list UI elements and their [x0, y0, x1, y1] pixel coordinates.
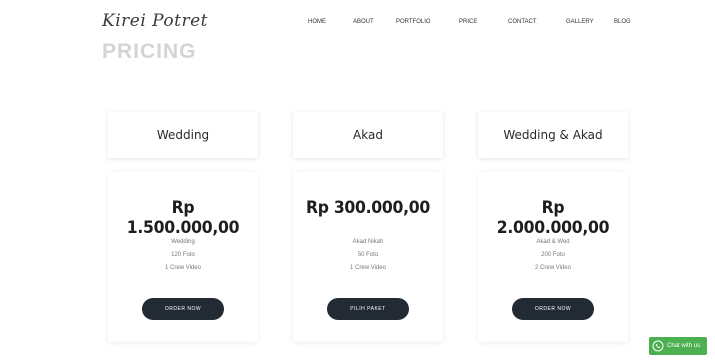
plan-feature: 1 Crew Video	[350, 265, 386, 271]
nav-blog[interactable]: BLOG	[614, 19, 631, 25]
whatsapp-chat-button[interactable]: Chat with us	[649, 337, 707, 355]
plan-header-akad: Akad	[293, 112, 443, 158]
order-button[interactable]: ORDER NOW	[142, 298, 224, 320]
plan-feature: Akad Nikah	[352, 239, 384, 245]
nav-price[interactable]: PRICE	[459, 19, 477, 25]
plan-name: Wedding & Akad	[503, 128, 603, 142]
plan-name: Akad	[353, 128, 383, 142]
plan-feature: 2 Crew Video	[535, 265, 571, 271]
site-logo[interactable]: Kirei Potret	[102, 11, 208, 31]
nav-about[interactable]: ABOUT	[353, 19, 374, 25]
plan-features: Akad & Wed 200 Foto 2 Crew Video	[478, 236, 628, 275]
plan-price: Rp 2.000.000,00	[496, 198, 610, 238]
plan-feature: 120 Foto	[171, 252, 195, 258]
order-button[interactable]: PILIH PAKET	[327, 298, 409, 320]
plan-header-wedding-akad: Wedding & Akad	[478, 112, 628, 158]
plan-price: Rp 300.000,00	[305, 198, 431, 218]
nav-contact[interactable]: CONTACT	[508, 19, 537, 25]
plan-feature: 200 Foto	[541, 252, 565, 258]
nav-portfolio[interactable]: PORTFOLIO	[396, 19, 431, 25]
whatsapp-label: Chat with us	[667, 343, 701, 349]
plan-name: Wedding	[156, 128, 210, 142]
section-title: PRICING	[102, 40, 197, 63]
plan-feature: 50 Foto	[357, 252, 379, 258]
nav-gallery[interactable]: GALLERY	[566, 19, 594, 25]
whatsapp-icon	[652, 340, 664, 352]
plan-feature: Akad & Wed	[536, 239, 570, 245]
plan-features: Wedding 120 Foto 1 Crew Video	[108, 236, 258, 275]
plan-card-akad: Rp 300.000,00 Akad Nikah 50 Foto 1 Crew …	[293, 172, 443, 342]
plan-feature: 1 Crew Video	[165, 265, 201, 271]
nav-home[interactable]: HOME	[308, 19, 326, 25]
plan-card-wedding-akad: Rp 2.000.000,00 Akad & Wed 200 Foto 2 Cr…	[478, 172, 628, 342]
plan-header-wedding: Wedding	[108, 112, 258, 158]
plan-price: Rp 1.500.000,00	[126, 198, 240, 238]
plan-features: Akad Nikah 50 Foto 1 Crew Video	[293, 236, 443, 275]
plan-card-wedding: Rp 1.500.000,00 Wedding 120 Foto 1 Crew …	[108, 172, 258, 342]
order-button[interactable]: ORDER NOW	[512, 298, 594, 320]
plan-feature: Wedding	[171, 239, 195, 245]
